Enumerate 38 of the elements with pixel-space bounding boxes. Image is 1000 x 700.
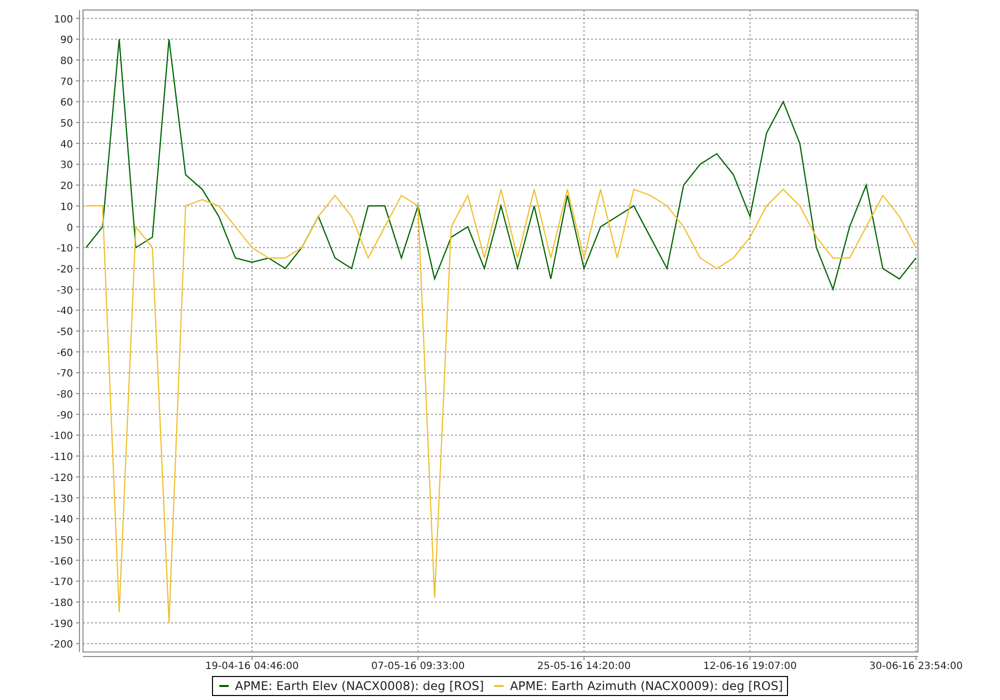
x-tick-label: 30-06-16 23:54:00 bbox=[869, 661, 963, 672]
y-tick-label: -140 bbox=[50, 514, 73, 526]
x-tick-label: 12-06-16 19:07:00 bbox=[703, 661, 797, 672]
y-tick-label: 20 bbox=[60, 181, 73, 192]
y-tick-label: 90 bbox=[60, 35, 73, 46]
y-tick-label: 30 bbox=[60, 160, 73, 172]
y-tick-label: -160 bbox=[50, 556, 73, 568]
y-tick-label: -150 bbox=[50, 535, 73, 546]
y-tick-label: -110 bbox=[50, 452, 73, 464]
y-tick-label: -190 bbox=[50, 618, 73, 630]
y-tick-label: 80 bbox=[60, 56, 73, 68]
y-tick-label: 60 bbox=[60, 98, 73, 109]
y-tick-label: -90 bbox=[56, 410, 73, 422]
y-tick-label: 0 bbox=[66, 222, 73, 234]
y-tick-label: -100 bbox=[50, 431, 73, 442]
y-tick-label: -50 bbox=[56, 327, 73, 338]
legend-label: APME: Earth Azimuth (NACX0009): deg [ROS] bbox=[510, 679, 783, 693]
y-tick-label: -30 bbox=[56, 285, 73, 296]
y-tick-label: 70 bbox=[60, 76, 73, 88]
x-tick-label: 25-05-16 14:20:00 bbox=[537, 661, 631, 672]
y-tick-label: -180 bbox=[50, 598, 73, 609]
y-tick-label: -20 bbox=[56, 264, 73, 276]
y-tick-label: -130 bbox=[50, 494, 73, 505]
y-tick-label: -60 bbox=[56, 348, 73, 359]
y-tick-label: -40 bbox=[56, 306, 73, 318]
y-tick-label: -70 bbox=[56, 368, 73, 380]
y-tick-label: 40 bbox=[60, 139, 73, 150]
y-tick-label: -170 bbox=[50, 577, 73, 588]
y-tick-label: -80 bbox=[56, 390, 73, 401]
y-tick-label: -200 bbox=[50, 640, 73, 651]
y-tick-label: -10 bbox=[56, 244, 73, 255]
x-tick-label: 19-04-16 04:46:00 bbox=[205, 661, 299, 672]
x-tick-label: 07-05-16 09:33:00 bbox=[371, 661, 465, 672]
legend-label: APME: Earth Elev (NACX0008): deg [ROS] bbox=[234, 679, 484, 693]
y-tick-label: -120 bbox=[50, 472, 73, 484]
y-tick-label: 50 bbox=[60, 118, 73, 130]
y-tick-label: 10 bbox=[60, 202, 73, 213]
y-tick-label: 100 bbox=[54, 14, 73, 26]
